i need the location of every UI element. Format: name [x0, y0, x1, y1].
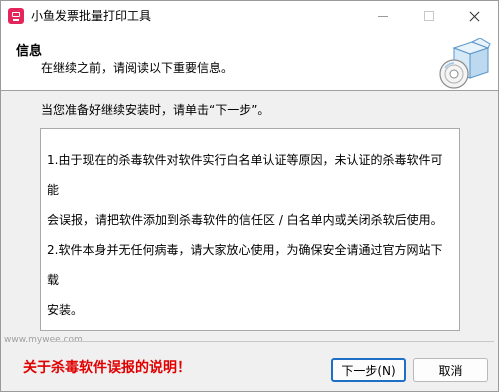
maximize-button[interactable]	[406, 1, 452, 31]
close-icon	[470, 11, 480, 21]
installer-box-cd-icon	[439, 38, 491, 89]
info-line: 1.由于现在的杀毒软件对软件实行白名单认证等原因，未认证的杀毒软件可能	[47, 153, 443, 197]
info-line: 安装。	[47, 303, 84, 317]
app-icon	[8, 8, 24, 24]
divider	[54, 341, 494, 342]
intro-text: 当您准备好继续安装时，请单击“下一步”。	[41, 103, 270, 117]
antivirus-notice-link[interactable]: 关于杀毒软件误报的说明！	[23, 357, 191, 377]
info-text-box[interactable]: 1.由于现在的杀毒软件对软件实行白名单认证等原因，未认证的杀毒软件可能 会误报，…	[40, 128, 460, 331]
minimize-icon	[378, 15, 388, 17]
watermark-text: www.mywee.com	[4, 335, 83, 345]
close-button[interactable]	[452, 1, 498, 31]
wizard-header: 信息 在继续之前，请阅读以下重要信息。	[1, 31, 498, 91]
window-title: 小鱼发票批量打印工具	[31, 9, 152, 23]
cancel-button[interactable]: 取消	[413, 358, 488, 382]
maximize-icon	[424, 11, 434, 21]
minimize-button[interactable]	[360, 1, 406, 31]
page-title: 信息	[16, 44, 43, 59]
info-line: 2.软件本身并无任何病毒，请大家放心使用，为确保安全请通过官方网站下载	[47, 243, 443, 287]
info-line: 会误报，请把软件添加到杀毒软件的信任区 / 白名单内或关闭杀软后使用。	[47, 213, 443, 227]
installer-window: 小鱼发票批量打印工具 信息 在继续之前，请阅读以下重要信息。 当您准备好继续安装…	[0, 0, 499, 392]
next-button[interactable]: 下一步(N)	[331, 358, 406, 382]
title-bar[interactable]: 小鱼发票批量打印工具	[1, 1, 498, 31]
page-subtitle: 在继续之前，请阅读以下重要信息。	[41, 61, 234, 75]
